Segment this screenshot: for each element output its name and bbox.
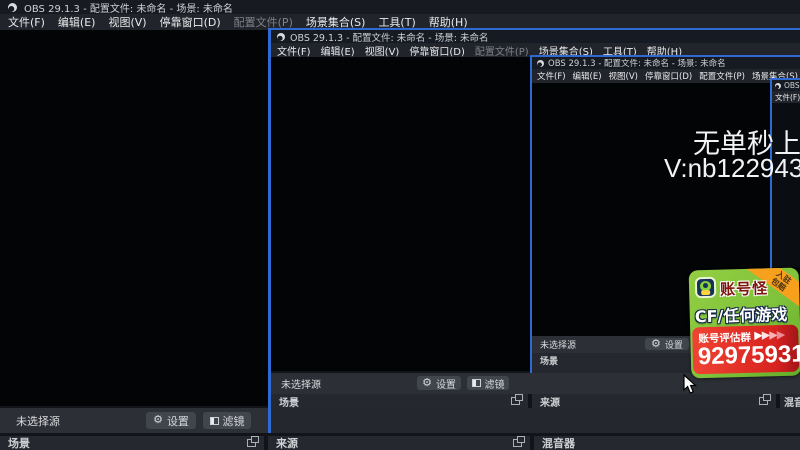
source-settings-button[interactable]: ⚙ 设置: [146, 412, 196, 429]
filter-icon: [471, 379, 481, 387]
main-titlebar: OBS 29.1.3 - 配置文件: 未命名 - 场景: 未命名: [0, 0, 800, 14]
menu-edit[interactable]: 编辑(E): [58, 14, 96, 30]
scenes-dock-header: 场景: [0, 436, 264, 450]
ad-badge-background: 入驻 包赔 账号怪 CF/任何游戏 账号评估群 ▶▶▶▶ 929759317: [688, 267, 800, 379]
dock-gap: [528, 394, 532, 408]
window-title: OBS 29.1.3 - 配置文件: 未命名 - 场景: 未命名: [24, 3, 233, 15]
dock-gap: [530, 436, 534, 450]
no-source-status: 未选择源: [16, 414, 60, 428]
dock-gap: [264, 436, 268, 450]
mixer-dock-header: 混音器: [534, 436, 800, 450]
ad-badge: 入驻 包赔 账号怪 CF/任何游戏 账号评估群 ▶▶▶▶ 929759317: [687, 265, 800, 382]
nested1-titlebar: OBS 29.1.3 - 配置文件: 未命名 - 场景: 未命名: [271, 30, 800, 43]
source-settings-button: ⚙ 设置: [417, 376, 461, 391]
popout-dock-icon: [511, 394, 523, 405]
obs-logo-icon: [277, 32, 285, 41]
gear-icon: ⚙: [651, 337, 661, 350]
gear-icon: ⚙: [422, 376, 432, 389]
mascot-icon: [694, 276, 717, 299]
menu-view[interactable]: 视图(V): [108, 14, 146, 30]
nested1-dock-body: [271, 408, 800, 433]
source-settings-button: ⚙ 设置: [645, 338, 689, 350]
menu-docks[interactable]: 停靠窗口(D): [160, 14, 221, 30]
sources-dock-header: 来源: [532, 394, 776, 408]
ad-brand-name: 账号怪: [719, 279, 769, 299]
popout-dock-icon[interactable]: [247, 436, 259, 447]
sources-dock-header: 来源: [268, 436, 530, 450]
dock-gap: [776, 394, 780, 408]
filter-icon: [209, 416, 219, 425]
obs-logo-icon: [775, 82, 781, 89]
arrows-icon: ▶▶▶▶: [754, 327, 785, 342]
nested2-menubar: 文件(F) 编辑(E) 视图(V) 停靠窗口(D) 配置文件(P) 场景集合(S…: [532, 69, 800, 83]
source-filters-button[interactable]: 滤镜: [203, 412, 251, 429]
mouse-cursor: [683, 374, 698, 394]
obs-logo-icon: [8, 2, 17, 12]
obs-logo-icon: [537, 59, 544, 67]
ad-headline: CF/任何游戏: [694, 304, 788, 327]
scenes-dock-header: 场景: [271, 394, 528, 408]
source-filters-button: 滤镜: [467, 376, 509, 391]
gear-icon: ⚙: [153, 414, 163, 426]
popout-dock-icon[interactable]: [513, 436, 525, 447]
ad-qq-number: 929759317: [697, 340, 800, 371]
mixer-dock-header: 混音器: [780, 394, 800, 408]
nested3-menubar: 文件(F): [772, 91, 800, 103]
menu-file[interactable]: 文件(F): [8, 14, 45, 30]
obs-recursive-screenshot: OBS 29.1.3 - 配置文件: 未命名 - 场景: 未命名 文件(F) 编…: [0, 0, 800, 450]
popout-dock-icon: [759, 394, 771, 405]
nested3-titlebar: OBS 29.1.3 - 配置文件: 未命名 - 场景: 未命名: [772, 80, 800, 91]
ad-qq-panel: 账号评估群 ▶▶▶▶ 929759317: [692, 324, 800, 375]
stream-overlay-text-line2: V:nb122943: [664, 153, 800, 183]
nested2-titlebar: OBS 29.1.3 - 配置文件: 未命名 - 场景: 未命名: [532, 57, 800, 69]
